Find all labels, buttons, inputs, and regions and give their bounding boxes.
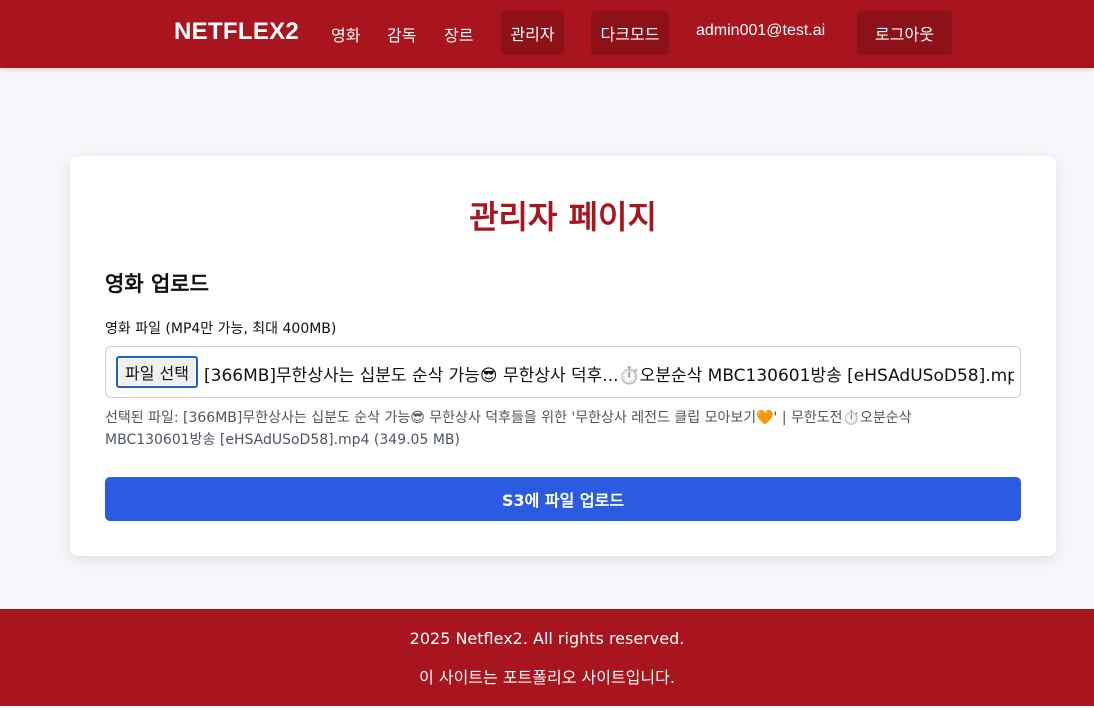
footer-note: 이 사이트는 포트폴리오 사이트입니다. (419, 668, 675, 687)
admin-card: 관리자 페이지 영화 업로드 영화 파일 (MP4만 가능, 최대 400MB)… (70, 156, 1056, 556)
top-navbar: NETFLEX2 영화 감독 장르 관리자 다크모드 admin001@test… (0, 0, 1094, 68)
selected-file-info: 선택된 파일: [366MB]무한상사는 십분도 순삭 가능😎 무한상사 덕후들… (105, 410, 912, 448)
nav-link-directors[interactable]: 감독 (387, 22, 416, 46)
choose-file-button[interactable]: 파일 선택 (116, 356, 198, 388)
nav-admin-button[interactable]: 관리자 (501, 11, 564, 55)
s3-upload-button[interactable]: S3에 파일 업로드 (105, 477, 1021, 521)
logout-button[interactable]: 로그아웃 (857, 11, 952, 55)
user-email: admin001@test.ai (696, 22, 826, 39)
chosen-file-name: [366MB]무한상사는 십분도 순삭 가능😎 무한상사 덕후...⏱️오분순삭… (204, 366, 1014, 386)
section-title-movie-upload: 영화 업로드 (105, 272, 209, 296)
nav-link-genres[interactable]: 장르 (444, 22, 473, 46)
page-title: 관리자 페이지 (469, 198, 657, 236)
dark-mode-toggle[interactable]: 다크모드 (591, 11, 669, 55)
footer-copyright: 2025 Netflex2. All rights reserved. (409, 629, 685, 648)
nav-link-movies[interactable]: 영화 (331, 22, 360, 46)
site-footer: 2025 Netflex2. All rights reserved. 이 사이… (0, 609, 1094, 706)
movie-file-input[interactable]: 파일 선택 [366MB]무한상사는 십분도 순삭 가능😎 무한상사 덕후...… (105, 346, 1021, 398)
movie-file-label: 영화 파일 (MP4만 가능, 최대 400MB) (105, 321, 337, 337)
site-logo[interactable]: NETFLEX2 (174, 18, 299, 46)
